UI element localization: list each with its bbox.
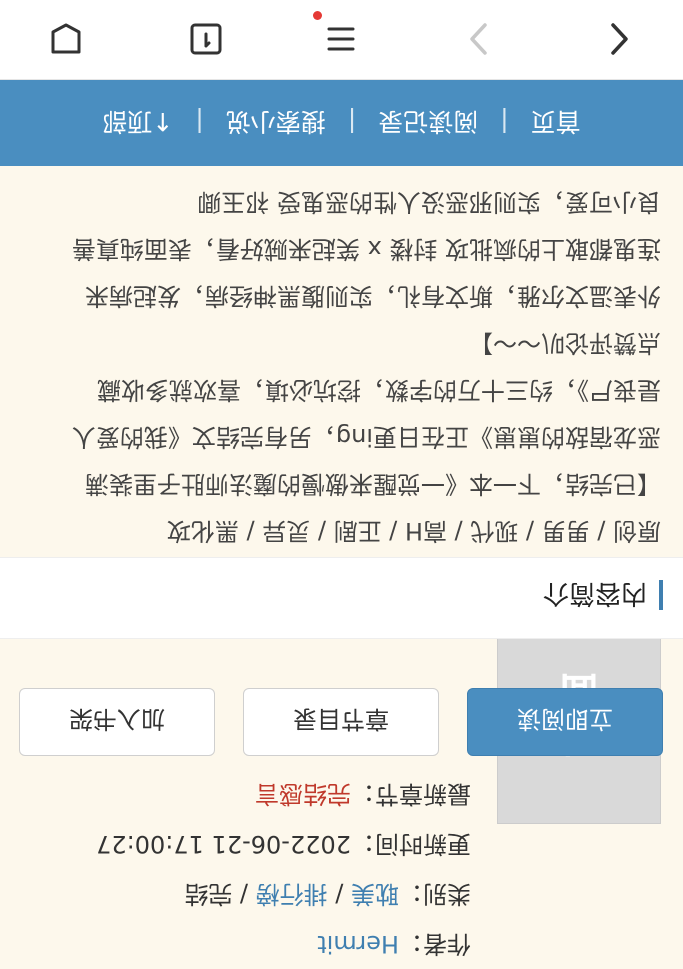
author-link[interactable]: Hermit xyxy=(317,930,399,958)
category-row: 类别：耽美 / 排行榜 / 完结 xyxy=(184,880,471,908)
site-nav-bar: 首页 | 阅读记录 | 搜索小说 | ↑顶部 xyxy=(0,80,683,166)
intro-line: 是丧尸》，约三十万的字数，挖坑必填，喜欢就多收藏 xyxy=(97,376,661,404)
intro-line: 连鬼都敢上的疯批攻 封楼 x 笑起来贼好看，表面纯真善 xyxy=(71,235,661,263)
add-shelf-button[interactable]: 加入书架 xyxy=(19,688,215,756)
intro-line: 恶龙宿敌的崽崽》正在日更ing，另有完结文《我的爱人 xyxy=(71,423,661,451)
updated-label: 更新时间： xyxy=(351,830,471,858)
nav-search[interactable]: 搜索小说 xyxy=(226,105,326,141)
nav-history[interactable]: 阅读记录 xyxy=(378,105,478,141)
tabs-button[interactable] xyxy=(184,17,228,61)
bookmark-icon xyxy=(51,23,81,54)
bookmark-button[interactable] xyxy=(44,17,88,61)
forward-button[interactable] xyxy=(457,17,501,61)
author-label: 作者： xyxy=(399,930,471,958)
notification-dot xyxy=(313,11,322,20)
nav-top[interactable]: ↑顶部 xyxy=(102,105,173,141)
latest-label: 最新章节： xyxy=(351,780,471,808)
updated-time: 2022-06-21 17:00:27 xyxy=(96,830,351,858)
action-buttons: 立即阅读 章节目录 加入书架 xyxy=(19,686,663,756)
intro-line: 外表温文尔雅，斯文有礼，实则腹黑神经病，发起病来 xyxy=(85,282,661,310)
nav-separator: | xyxy=(195,108,204,138)
intro-line: 【已完结，下一本《一觉醒来傲慢的魔法师肚子里装满 xyxy=(85,470,661,498)
latest-chapter-link[interactable]: 完结感言 xyxy=(255,780,351,808)
ranking-link[interactable]: 排行榜 xyxy=(256,880,328,908)
page: 无封面 作者：Hermit 类别：耽美 / 排行榜 / 完结 更新时间：2022… xyxy=(0,0,683,969)
intro-text: 原创 / 男男 / 现代 / 高H / 正剧 / 灵异 / 黑化攻 【已完结，下… xyxy=(26,178,661,554)
browser-toolbar xyxy=(0,0,683,80)
intro-line: 点赞评论叭～～】 xyxy=(469,329,661,357)
intro-section-header: 内容简介 xyxy=(0,557,683,639)
back-button[interactable] xyxy=(597,17,641,61)
chevron-left-icon xyxy=(611,23,628,55)
tabs-icon xyxy=(190,23,222,55)
book-info: 作者：Hermit 类别：耽美 / 排行榜 / 完结 更新时间：2022-06-… xyxy=(96,769,471,969)
nav-separator: | xyxy=(347,108,357,138)
latest-row: 最新章节：完结感言 xyxy=(96,769,471,819)
category-link[interactable]: 耽美 xyxy=(351,880,399,908)
chevron-right-icon xyxy=(470,23,487,55)
updated-row: 更新时间：2022-06-21 17:00:27 xyxy=(96,819,471,869)
intro-line: 原创 / 男男 / 现代 / 高H / 正剧 / 灵异 / 黑化攻 xyxy=(166,517,661,545)
menu-button[interactable] xyxy=(313,11,363,61)
read-now-button[interactable]: 立即阅读 xyxy=(467,688,663,756)
intro-line: 良小可爱，实则邪恶没人性的恶鬼受 祁玉卿 xyxy=(197,188,661,216)
author-row: 作者：Hermit xyxy=(96,919,471,969)
toc-button[interactable]: 章节目录 xyxy=(243,688,439,756)
status-text: 完结 xyxy=(184,880,233,908)
intro-title: 内容简介 xyxy=(542,578,647,608)
menu-icon xyxy=(327,27,355,51)
nav-home[interactable]: 首页 xyxy=(531,105,581,141)
section-accent-bar xyxy=(659,580,663,610)
nav-separator: | xyxy=(500,108,509,138)
category-label: 类别： xyxy=(399,880,471,908)
